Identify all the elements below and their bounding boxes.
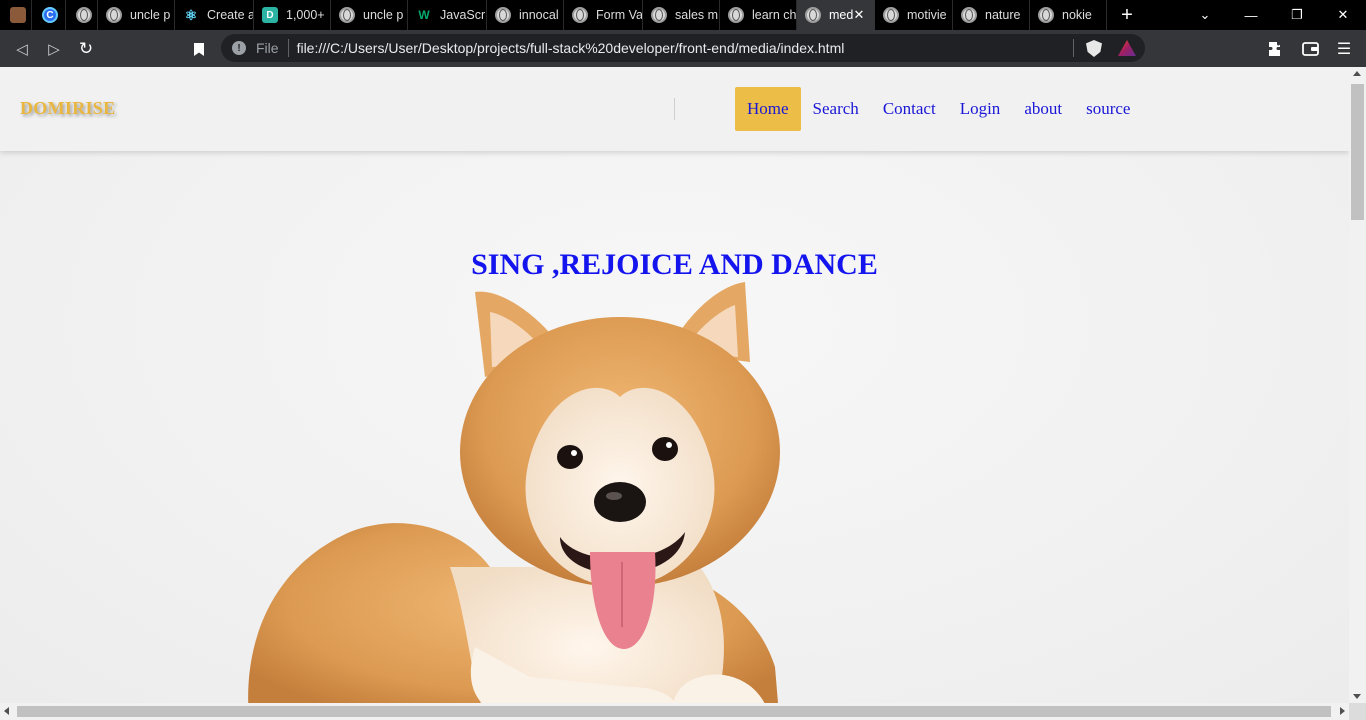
url-text[interactable]: file:///C:/Users/User/Desktop/projects/f… xyxy=(297,40,845,56)
tab-sales-m[interactable]: sales m xyxy=(643,0,720,30)
site-logo[interactable]: DOMIRISE xyxy=(20,98,115,119)
address-bar[interactable]: ! File file:///C:/Users/User/Desktop/pro… xyxy=(221,34,1145,62)
menu-icon[interactable]: ☰ xyxy=(1333,38,1355,60)
c-favicon-icon: C xyxy=(42,7,58,23)
globe-icon xyxy=(1038,7,1054,23)
reload-icon[interactable]: ↻ xyxy=(75,38,97,60)
nav-home[interactable]: Home xyxy=(735,87,801,131)
tab-search-dropdown-icon[interactable]: ⌄ xyxy=(1182,0,1228,30)
tab-pinned-2[interactable]: C xyxy=(32,0,66,30)
globe-icon xyxy=(883,7,899,23)
nav-divider xyxy=(674,98,675,120)
globe-icon xyxy=(651,7,667,23)
tab-create[interactable]: ⚛ Create a xyxy=(175,0,254,30)
nav-source[interactable]: source xyxy=(1074,87,1142,131)
tab-learn-ch[interactable]: learn ch xyxy=(720,0,797,30)
tab-title: learn ch xyxy=(752,8,796,22)
globe-icon xyxy=(76,7,92,23)
scrollbar-corner xyxy=(1349,703,1366,720)
corgi-dog-image xyxy=(248,282,780,703)
tab-title: 1,000+ xyxy=(286,8,325,22)
wallet-icon[interactable] xyxy=(1299,38,1321,60)
tab-javascript[interactable]: W JavaScr xyxy=(408,0,487,30)
forward-icon[interactable]: ▷ xyxy=(43,38,65,60)
tab-strip: C uncle p ⚛ Create a D 1,000+ uncle p W … xyxy=(0,0,1366,30)
scroll-right-icon[interactable] xyxy=(1340,707,1345,715)
nav-search[interactable]: Search xyxy=(801,87,871,131)
address-divider xyxy=(287,39,289,57)
globe-icon xyxy=(339,7,355,23)
hero-title: SING ,REJOICE AND DANCE xyxy=(471,248,878,281)
browser-toolbar: ◁ ▷ ↻ ! File file:///C:/Users/User/Deskt… xyxy=(0,30,1366,67)
tab-innocal[interactable]: innocal xyxy=(487,0,564,30)
tab-1000[interactable]: D 1,000+ xyxy=(254,0,331,30)
nav-about[interactable]: about xyxy=(1012,87,1074,131)
globe-icon xyxy=(495,7,511,23)
new-tab-button[interactable]: + xyxy=(1107,0,1147,30)
site-info-icon[interactable]: ! xyxy=(232,41,246,55)
globe-icon xyxy=(805,7,821,23)
extensions-icon[interactable] xyxy=(1265,38,1287,60)
globe-icon xyxy=(106,7,122,23)
vertical-scroll-thumb[interactable] xyxy=(1351,84,1364,220)
avatar-favicon-icon xyxy=(10,7,26,23)
tab-title: JavaScr xyxy=(440,8,486,22)
page-viewport: DOMIRISE Home Search Contact Login about… xyxy=(0,67,1349,703)
site-navbar: DOMIRISE Home Search Contact Login about… xyxy=(0,67,1349,151)
tab-media-active[interactable]: med ✕ xyxy=(797,0,875,30)
tab-title: uncle p xyxy=(363,8,404,22)
tab-title: Form Va xyxy=(596,8,642,22)
scroll-down-icon[interactable] xyxy=(1353,694,1361,699)
address-divider xyxy=(1073,39,1074,57)
tab-uncle-p-2[interactable]: uncle p xyxy=(331,0,408,30)
nav-contact[interactable]: Contact xyxy=(871,87,948,131)
tab-nature[interactable]: nature xyxy=(953,0,1030,30)
back-icon[interactable]: ◁ xyxy=(11,38,33,60)
tab-title: innocal xyxy=(519,8,559,22)
bookmark-icon[interactable] xyxy=(188,38,210,60)
close-tab-icon[interactable]: ✕ xyxy=(851,7,867,23)
tab-pinned-3[interactable] xyxy=(66,0,98,30)
scroll-left-icon[interactable] xyxy=(4,707,9,715)
tab-title: nokie xyxy=(1062,8,1092,22)
tab-title: Create a xyxy=(207,8,253,22)
minimize-button[interactable]: — xyxy=(1228,0,1274,30)
w3-icon: W xyxy=(418,8,430,22)
tab-title: nature xyxy=(985,8,1021,22)
horizontal-scroll-thumb[interactable] xyxy=(17,706,1331,717)
tab-title: uncle p xyxy=(130,8,171,22)
react-icon: ⚛ xyxy=(184,6,198,23)
nav-login[interactable]: Login xyxy=(948,87,1013,131)
tab-title: med xyxy=(829,8,854,22)
vertical-scrollbar[interactable] xyxy=(1349,67,1366,703)
tab-title: sales m xyxy=(675,8,719,22)
tab-motivie[interactable]: motivie xyxy=(875,0,953,30)
restore-button[interactable]: ❐ xyxy=(1274,0,1320,30)
globe-icon xyxy=(572,7,588,23)
scheme-label: File xyxy=(256,40,279,56)
tab-title: motivie xyxy=(907,8,947,22)
brave-shield-icon[interactable] xyxy=(1086,40,1102,57)
globe-icon xyxy=(728,7,744,23)
close-window-button[interactable]: ✕ xyxy=(1320,0,1366,30)
scroll-up-icon[interactable] xyxy=(1353,71,1361,76)
tab-nokie[interactable]: nokie xyxy=(1030,0,1107,30)
tab-pinned-1[interactable] xyxy=(0,0,32,30)
globe-icon xyxy=(961,7,977,23)
tab-uncle-p-1[interactable]: uncle p xyxy=(98,0,175,30)
site-menu: Home Search Contact Login about source xyxy=(735,87,1142,131)
tab-form-va[interactable]: Form Va xyxy=(564,0,643,30)
d-favicon-icon: D xyxy=(262,7,278,23)
horizontal-scrollbar[interactable] xyxy=(0,703,1349,720)
brave-rewards-icon[interactable] xyxy=(1118,40,1136,56)
